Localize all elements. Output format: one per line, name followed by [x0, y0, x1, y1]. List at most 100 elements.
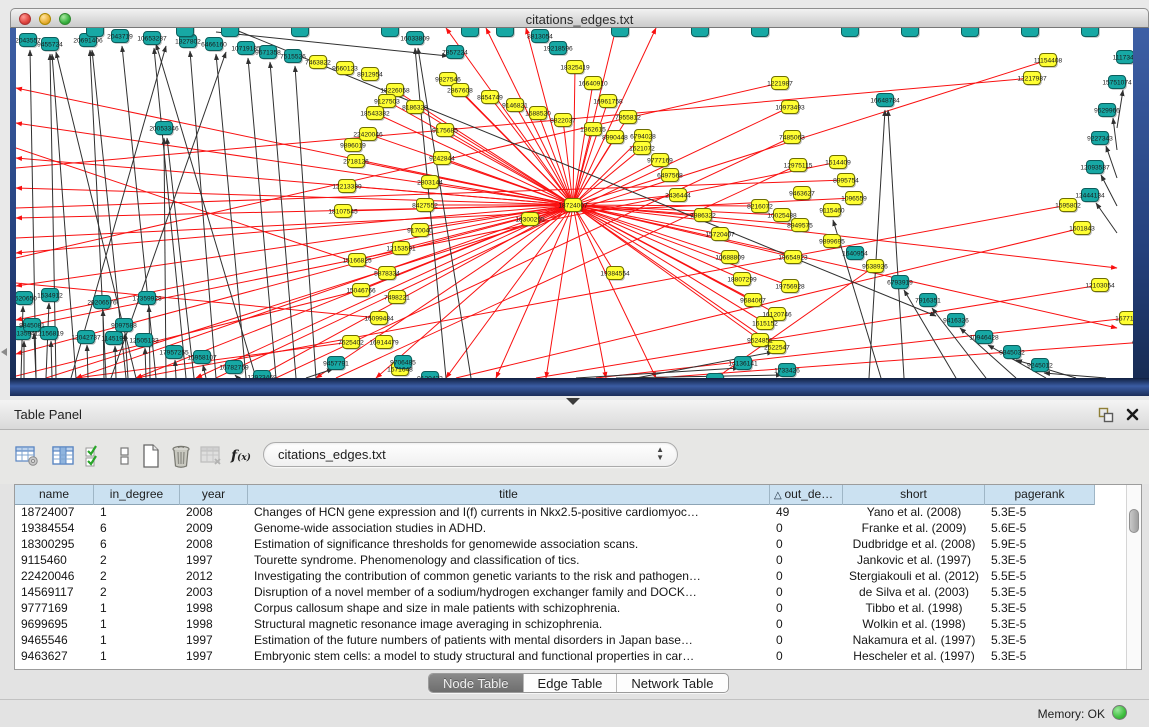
- graph-node-label: 8912954: [357, 71, 383, 78]
- graph-node-label: 10025488: [767, 212, 797, 219]
- table-cell-short: de Silva et al. (2003): [843, 585, 985, 601]
- tab-network-table[interactable]: Network Table: [617, 674, 727, 693]
- graph-node[interactable]: [902, 28, 919, 37]
- panel-resize-arrow-icon[interactable]: [1, 348, 7, 356]
- graph-node-label: 8845081: [19, 322, 45, 329]
- tab-node-table[interactable]: Node Table: [429, 674, 524, 693]
- table-header-row: namein_degreeyeartitle△ out_de…shortpage…: [15, 485, 1141, 505]
- graph-node[interactable]: [87, 28, 104, 37]
- graph-node-label: 12042737: [71, 334, 101, 341]
- graph-node[interactable]: [462, 28, 479, 37]
- graph-node[interactable]: [292, 28, 309, 37]
- graph-node[interactable]: [612, 28, 629, 37]
- graph-node-label: 9115460: [819, 207, 845, 214]
- delete-row-trash-button[interactable]: [166, 440, 196, 472]
- table-vertical-scrollbar[interactable]: [1126, 485, 1141, 669]
- graph-node-label: 18226058: [380, 87, 410, 94]
- table-row[interactable]: 977716911998Corpus callosum shape and si…: [15, 601, 1125, 617]
- column-header-title[interactable]: title: [248, 485, 770, 505]
- graph-node-label: 1221987: [767, 80, 793, 87]
- table-cell-year: 1997: [180, 553, 248, 569]
- graph-node-label: 19218596: [543, 45, 573, 52]
- graph-node-label: 2522547: [764, 344, 790, 351]
- table-row[interactable]: 1872400712008Changes of HCN gene express…: [15, 505, 1125, 521]
- graph-node-label: 9097588: [111, 322, 137, 329]
- select-rows-button[interactable]: [80, 440, 110, 472]
- memory-status-indicator[interactable]: [1112, 705, 1127, 720]
- network-window: citations_edges.txt 20435579455724206914…: [10, 8, 1149, 396]
- function-builder-button[interactable]: f(x): [226, 440, 256, 472]
- table-row[interactable]: 946362711997Embryonic stem cells: a mode…: [15, 649, 1125, 665]
- table-row[interactable]: 946554611997Estimation of the future num…: [15, 633, 1125, 649]
- table-cell-year: 2008: [180, 537, 248, 553]
- tab-edge-table[interactable]: Edge Table: [524, 674, 618, 693]
- graph-node-label: 7515526: [280, 53, 306, 60]
- column-header-short[interactable]: short: [843, 485, 985, 505]
- graph-node[interactable]: [752, 28, 769, 37]
- graph-node-label: 12505133: [129, 337, 159, 344]
- network-window-titlebar[interactable]: citations_edges.txt: [10, 8, 1149, 28]
- graph-node-label: 16099484: [364, 315, 394, 322]
- graph-node-label: 20206576: [87, 299, 117, 306]
- graph-node[interactable]: [497, 28, 514, 37]
- table-row[interactable]: 2242004622012Investigating the contribut…: [15, 569, 1125, 585]
- table-cell-out_de: 0: [770, 649, 843, 665]
- table-cell-in_degree: 1: [94, 633, 180, 649]
- table-row[interactable]: 969969511998Structural magnetic resonanc…: [15, 617, 1125, 633]
- graph-node-label: 15720407: [705, 231, 735, 238]
- table-panel-titlebar[interactable]: Table Panel: [0, 400, 1149, 430]
- graph-node-label: 5878334: [374, 270, 400, 277]
- table-columns-button[interactable]: [48, 440, 78, 472]
- dropdown-arrows-icon: ▲▼: [656, 446, 664, 462]
- table-row[interactable]: 1456911722003Disruption of a novel membe…: [15, 585, 1125, 601]
- graph-node-label: 10653287: [137, 35, 167, 42]
- graph-node-label: 12975115: [784, 162, 813, 169]
- graph-node-label: 8990448: [602, 134, 628, 141]
- graph-node[interactable]: [177, 28, 194, 37]
- table-toolbar: f(x) citations_edges.txt ▲▼: [0, 430, 1149, 484]
- graph-node-label: 12153591: [386, 245, 416, 252]
- graph-node-label: 7955812: [615, 114, 641, 121]
- graph-node[interactable]: [382, 28, 399, 37]
- table-selector-dropdown[interactable]: citations_edges.txt ▲▼: [263, 442, 678, 467]
- graph-node-label: 12444134: [1075, 192, 1105, 199]
- table-selector-value: citations_edges.txt: [278, 447, 386, 462]
- panel-divider-grip[interactable]: [566, 398, 580, 405]
- table-settings-button[interactable]: [12, 440, 42, 472]
- table-row[interactable]: 1938455462009Genome-wide association stu…: [15, 521, 1125, 537]
- column-header-year[interactable]: year: [180, 485, 248, 505]
- graph-node-label: 9127503: [374, 98, 400, 105]
- graph-node[interactable]: [962, 28, 979, 37]
- table-row[interactable]: 1830029562008Estimation of significance …: [15, 537, 1125, 553]
- new-file-button[interactable]: [136, 440, 166, 472]
- table-cell-pagerank: 5.6E-5: [985, 521, 1095, 537]
- graph-node-label: 18325419: [560, 64, 590, 71]
- graph-node-label: 2867608: [447, 87, 473, 94]
- column-header-name[interactable]: name: [15, 485, 94, 505]
- graph-node-label: 1615152: [752, 320, 778, 327]
- column-header-in_degree[interactable]: in_degree: [94, 485, 180, 505]
- table-cell-in_degree: 6: [94, 521, 180, 537]
- graph-node-label: 9313594: [16, 330, 35, 337]
- graph-node-label: 12217987: [1017, 75, 1047, 82]
- graph-node[interactable]: [222, 28, 239, 37]
- graph-node[interactable]: [1082, 28, 1099, 37]
- table-row[interactable]: 911546021997Tourette syndrome. Phenomeno…: [15, 553, 1125, 569]
- graph-node[interactable]: [842, 28, 859, 37]
- column-header-out_de[interactable]: △ out_de…: [770, 485, 843, 505]
- graph-node-label: 9463627: [789, 190, 815, 197]
- graph-node-label: 9660123: [332, 65, 358, 72]
- table-tabs: Node TableEdge TableNetwork Table: [428, 673, 729, 693]
- scrollbar-thumb[interactable]: [1129, 509, 1139, 533]
- graph-node-label: 7625402: [338, 339, 364, 346]
- graph-node[interactable]: [1022, 28, 1039, 37]
- close-panel-icon[interactable]: [1125, 407, 1140, 422]
- column-header-pagerank[interactable]: pagerank: [985, 485, 1095, 505]
- table-cell-title: Corpus callosum shape and size in male p…: [248, 601, 770, 617]
- graph-node-label: 22420046: [353, 131, 383, 138]
- graph-node-label: 18107545: [328, 208, 358, 215]
- network-canvas[interactable]: 2043557945572420691406204371910653287132…: [16, 28, 1133, 378]
- graph-node[interactable]: [692, 28, 709, 37]
- graph-node-label: 7916351: [915, 297, 941, 304]
- float-panel-icon[interactable]: [1098, 407, 1114, 423]
